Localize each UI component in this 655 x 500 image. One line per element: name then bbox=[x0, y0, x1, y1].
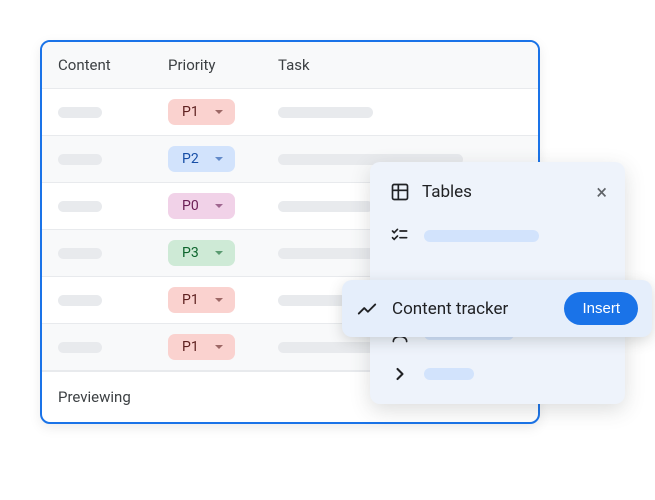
task-placeholder bbox=[278, 107, 373, 118]
priority-label: P2 bbox=[182, 151, 199, 167]
priority-chip[interactable]: P0 bbox=[168, 193, 235, 219]
chevron-right-icon bbox=[390, 364, 410, 384]
content-placeholder bbox=[58, 154, 102, 165]
table-header-row: Content Priority Task bbox=[42, 42, 538, 89]
content-placeholder bbox=[58, 248, 102, 259]
table-row: P1 bbox=[42, 89, 538, 136]
caret-down-icon bbox=[215, 204, 223, 208]
caret-down-icon bbox=[215, 157, 223, 161]
priority-label: P1 bbox=[182, 104, 199, 120]
template-item[interactable] bbox=[370, 216, 625, 256]
task-placeholder bbox=[278, 201, 373, 212]
priority-label: P0 bbox=[182, 198, 199, 214]
caret-down-icon bbox=[215, 251, 223, 255]
template-placeholder bbox=[424, 368, 474, 380]
content-placeholder bbox=[58, 107, 102, 118]
caret-down-icon bbox=[215, 110, 223, 114]
checklist-icon bbox=[390, 226, 410, 246]
priority-chip[interactable]: P3 bbox=[168, 240, 235, 266]
template-label: Content tracker bbox=[392, 299, 554, 319]
priority-chip[interactable]: P2 bbox=[168, 146, 235, 172]
priority-label: P3 bbox=[182, 245, 199, 261]
column-header-priority[interactable]: Priority bbox=[152, 42, 262, 88]
caret-down-icon bbox=[215, 345, 223, 349]
priority-label: P1 bbox=[182, 339, 199, 355]
caret-down-icon bbox=[215, 298, 223, 302]
trend-icon bbox=[356, 298, 378, 320]
template-item[interactable] bbox=[370, 354, 625, 394]
template-item-highlighted[interactable]: Content tracker Insert bbox=[342, 280, 652, 337]
priority-chip[interactable]: P1 bbox=[168, 334, 235, 360]
column-header-task[interactable]: Task bbox=[262, 42, 538, 88]
content-placeholder bbox=[58, 295, 102, 306]
priority-chip[interactable]: P1 bbox=[168, 99, 235, 125]
tables-popover: Tables × bbox=[370, 162, 625, 404]
template-placeholder bbox=[424, 230, 539, 242]
close-icon[interactable]: × bbox=[596, 182, 607, 202]
table-icon bbox=[390, 182, 410, 202]
popover-title: Tables bbox=[422, 182, 596, 202]
insert-button[interactable]: Insert bbox=[564, 292, 638, 325]
priority-label: P1 bbox=[182, 292, 199, 308]
content-placeholder bbox=[58, 342, 102, 353]
content-placeholder bbox=[58, 201, 102, 212]
column-header-content[interactable]: Content bbox=[42, 42, 152, 88]
priority-chip[interactable]: P1 bbox=[168, 287, 235, 313]
